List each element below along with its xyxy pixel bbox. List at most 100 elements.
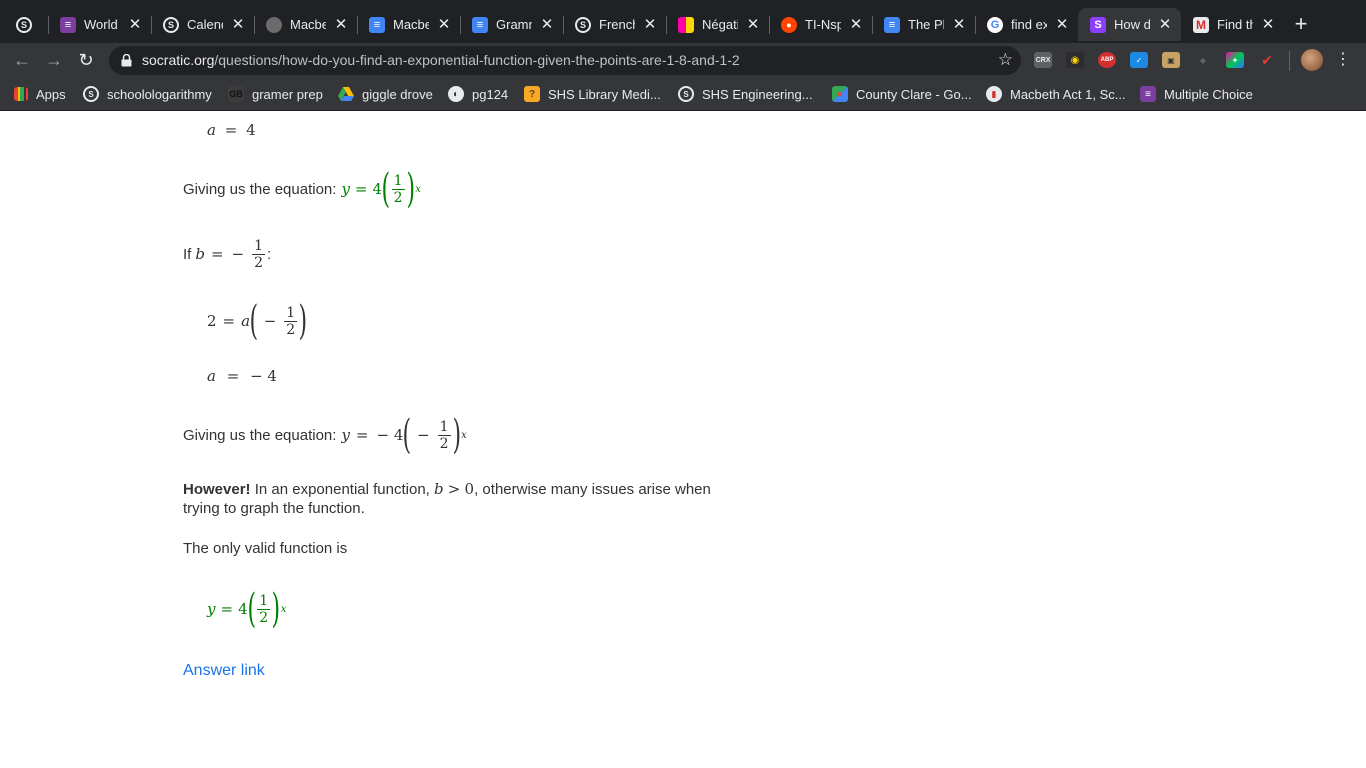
prose-text: In an exponential function, [254, 481, 430, 498]
colorgrid-icon [678, 16, 694, 33]
tab-how-do-you-active[interactable]: S How d ✕ [1078, 8, 1181, 41]
adblock-extension-icon[interactable]: ABP [1098, 52, 1116, 68]
lock-icon [121, 54, 132, 67]
colon: : [267, 245, 272, 263]
fraction: 12 [284, 304, 298, 338]
tab-macbeth-2[interactable]: ≡ Macbe ✕ [357, 8, 461, 41]
bookmark-shs-engineering[interactable]: S SHS Engineering... [678, 85, 813, 103]
close-icon[interactable]: ✕ [230, 16, 246, 33]
box-extension-icon[interactable]: ▣ [1162, 52, 1180, 68]
bookmark-apps[interactable]: Apps [14, 85, 66, 103]
close-icon[interactable]: ✕ [127, 16, 143, 33]
bookmark-county-clare[interactable]: ● County Clare - Go... [832, 85, 972, 103]
tab-label: Macbe [393, 17, 429, 32]
close-icon[interactable]: ✕ [436, 16, 452, 33]
right-paren: ) [452, 412, 461, 458]
numerator: 1 [439, 418, 449, 435]
socratic-s-icon: S [1090, 16, 1106, 33]
only-valid-text: The only valid function is [183, 540, 347, 557]
eq-var: a [207, 121, 216, 139]
tab-the-plan[interactable]: ≡ The Pl ✕ [872, 8, 976, 41]
avatar[interactable] [1301, 49, 1323, 71]
bookmark-shs-library[interactable]: ? SHS Library Medi... [524, 85, 661, 103]
menu-kebab-icon[interactable]: ⋮ [1335, 49, 1351, 71]
tab-label: Calend [187, 17, 223, 32]
close-icon[interactable]: ✕ [951, 16, 967, 33]
new-tab-button[interactable]: + [1289, 11, 1313, 36]
denominator: 2 [257, 608, 271, 626]
tab-pinned-socratic[interactable]: S [4, 8, 49, 41]
docs-icon: ≡ [472, 16, 488, 33]
bookmark-schoolologarithmy[interactable]: S schoolologarithmy [83, 85, 212, 103]
address-bar[interactable]: socratic.org/questions/how-do-you-find-a… [109, 46, 1021, 75]
eq-var: y [341, 180, 350, 198]
bookmarks-bar: Apps S schoolologarithmy GB gramer prep … [0, 78, 1366, 111]
tab-calendar[interactable]: S Calend ✕ [151, 8, 255, 41]
exponent: x [461, 429, 467, 441]
eq-var: b [434, 480, 444, 498]
minus-sign: − [417, 426, 430, 444]
bookmark-giggle-drove[interactable]: giggle drove [338, 85, 433, 103]
close-icon[interactable]: ✕ [848, 16, 864, 33]
maps-icon: ● [832, 86, 848, 102]
tab-label: French [599, 17, 635, 32]
denominator: 2 [437, 434, 451, 452]
tab-macbeth-1[interactable]: Macbe ✕ [254, 8, 358, 41]
back-button[interactable]: ← [10, 48, 34, 72]
tab-negation[interactable]: Négati ✕ [666, 8, 770, 41]
tab-label: The Pl [908, 17, 944, 32]
close-icon[interactable]: ✕ [1157, 16, 1173, 33]
puzzle-extension-icon[interactable]: ◆ [1194, 52, 1212, 68]
answer-link[interactable]: Answer link [183, 662, 265, 680]
list-icon: ≡ [60, 16, 76, 33]
socratic-icon: S [575, 16, 591, 33]
close-icon[interactable]: ✕ [333, 16, 349, 33]
bookmark-label: County Clare - Go... [856, 86, 972, 102]
bookmark-star-icon[interactable]: ☆ [998, 50, 1013, 70]
close-icon[interactable]: ✕ [1054, 16, 1070, 33]
url-text[interactable]: socratic.org/questions/how-do-you-find-a… [142, 52, 740, 68]
crx-extension-icon[interactable]: CRX [1034, 52, 1052, 68]
eq-op: = [354, 180, 368, 198]
eq-coef: 4 [238, 600, 248, 618]
bookmark-pg124[interactable]: ◐ pg124 [448, 85, 508, 103]
prose-text: Giving us the equation: [183, 426, 337, 444]
tab-find-the[interactable]: M Find th ✕ [1181, 8, 1284, 41]
m-logo-icon: M [1193, 16, 1209, 33]
reload-button[interactable]: ↻ [74, 48, 98, 72]
equation-substitution: 2 = a ( − 12 ) [207, 297, 307, 345]
arrow-right-icon: → [45, 49, 63, 70]
url-path: /questions/how-do-you-find-an-exponentia… [214, 52, 740, 68]
equation-a-equals-minus-4: a = − 4 [207, 367, 277, 385]
color-extension-icon[interactable]: ✦ [1226, 52, 1244, 68]
owl-extension-icon[interactable]: ◉ [1066, 52, 1084, 68]
numerator: 1 [286, 304, 296, 321]
close-icon[interactable]: ✕ [745, 16, 761, 33]
library-icon: ? [524, 86, 540, 102]
answer-content: a = 4 Giving us the equation: y = 4 ( 12… [0, 111, 1366, 768]
close-icon[interactable]: ✕ [539, 16, 555, 33]
tab-find-exponential[interactable]: G find ex ✕ [975, 8, 1078, 41]
close-icon[interactable]: ✕ [1260, 16, 1276, 33]
bookmark-gramer-prep[interactable]: GB gramer prep [228, 85, 323, 103]
tab-label: Find th [1217, 17, 1253, 32]
forward-button[interactable]: → [42, 48, 66, 72]
tab-grammar[interactable]: ≡ Gramm ✕ [460, 8, 564, 41]
tab-french[interactable]: S French ✕ [563, 8, 667, 41]
left-paren: ( [381, 166, 391, 212]
red-swoosh-extension-icon[interactable]: ✔ [1258, 52, 1276, 68]
bookmark-multiple-choice[interactable]: ≡ Multiple Choice [1140, 85, 1253, 103]
abp-label: ABP [1100, 57, 1114, 63]
left-paren: ( [249, 298, 259, 344]
eq-op: = [222, 312, 236, 330]
exponent: x [280, 603, 287, 615]
tab-world[interactable]: ≡ World I ✕ [48, 8, 152, 41]
check-extension-icon[interactable]: ✓ [1130, 52, 1148, 68]
globe-photo-icon [266, 16, 282, 33]
tab-strip: S ≡ World I ✕ S Calend ✕ Macbe ✕ ≡ Macbe… [0, 0, 1366, 43]
bookmark-macbeth-act1[interactable]: ▮ Macbeth Act 1, Sc... [986, 85, 1126, 103]
bookmark-label: SHS Engineering... [702, 86, 813, 102]
tab-label: World I [84, 17, 120, 32]
tab-ti-nspire[interactable]: ● TI-Nsp ✕ [769, 8, 873, 41]
close-icon[interactable]: ✕ [642, 16, 658, 33]
